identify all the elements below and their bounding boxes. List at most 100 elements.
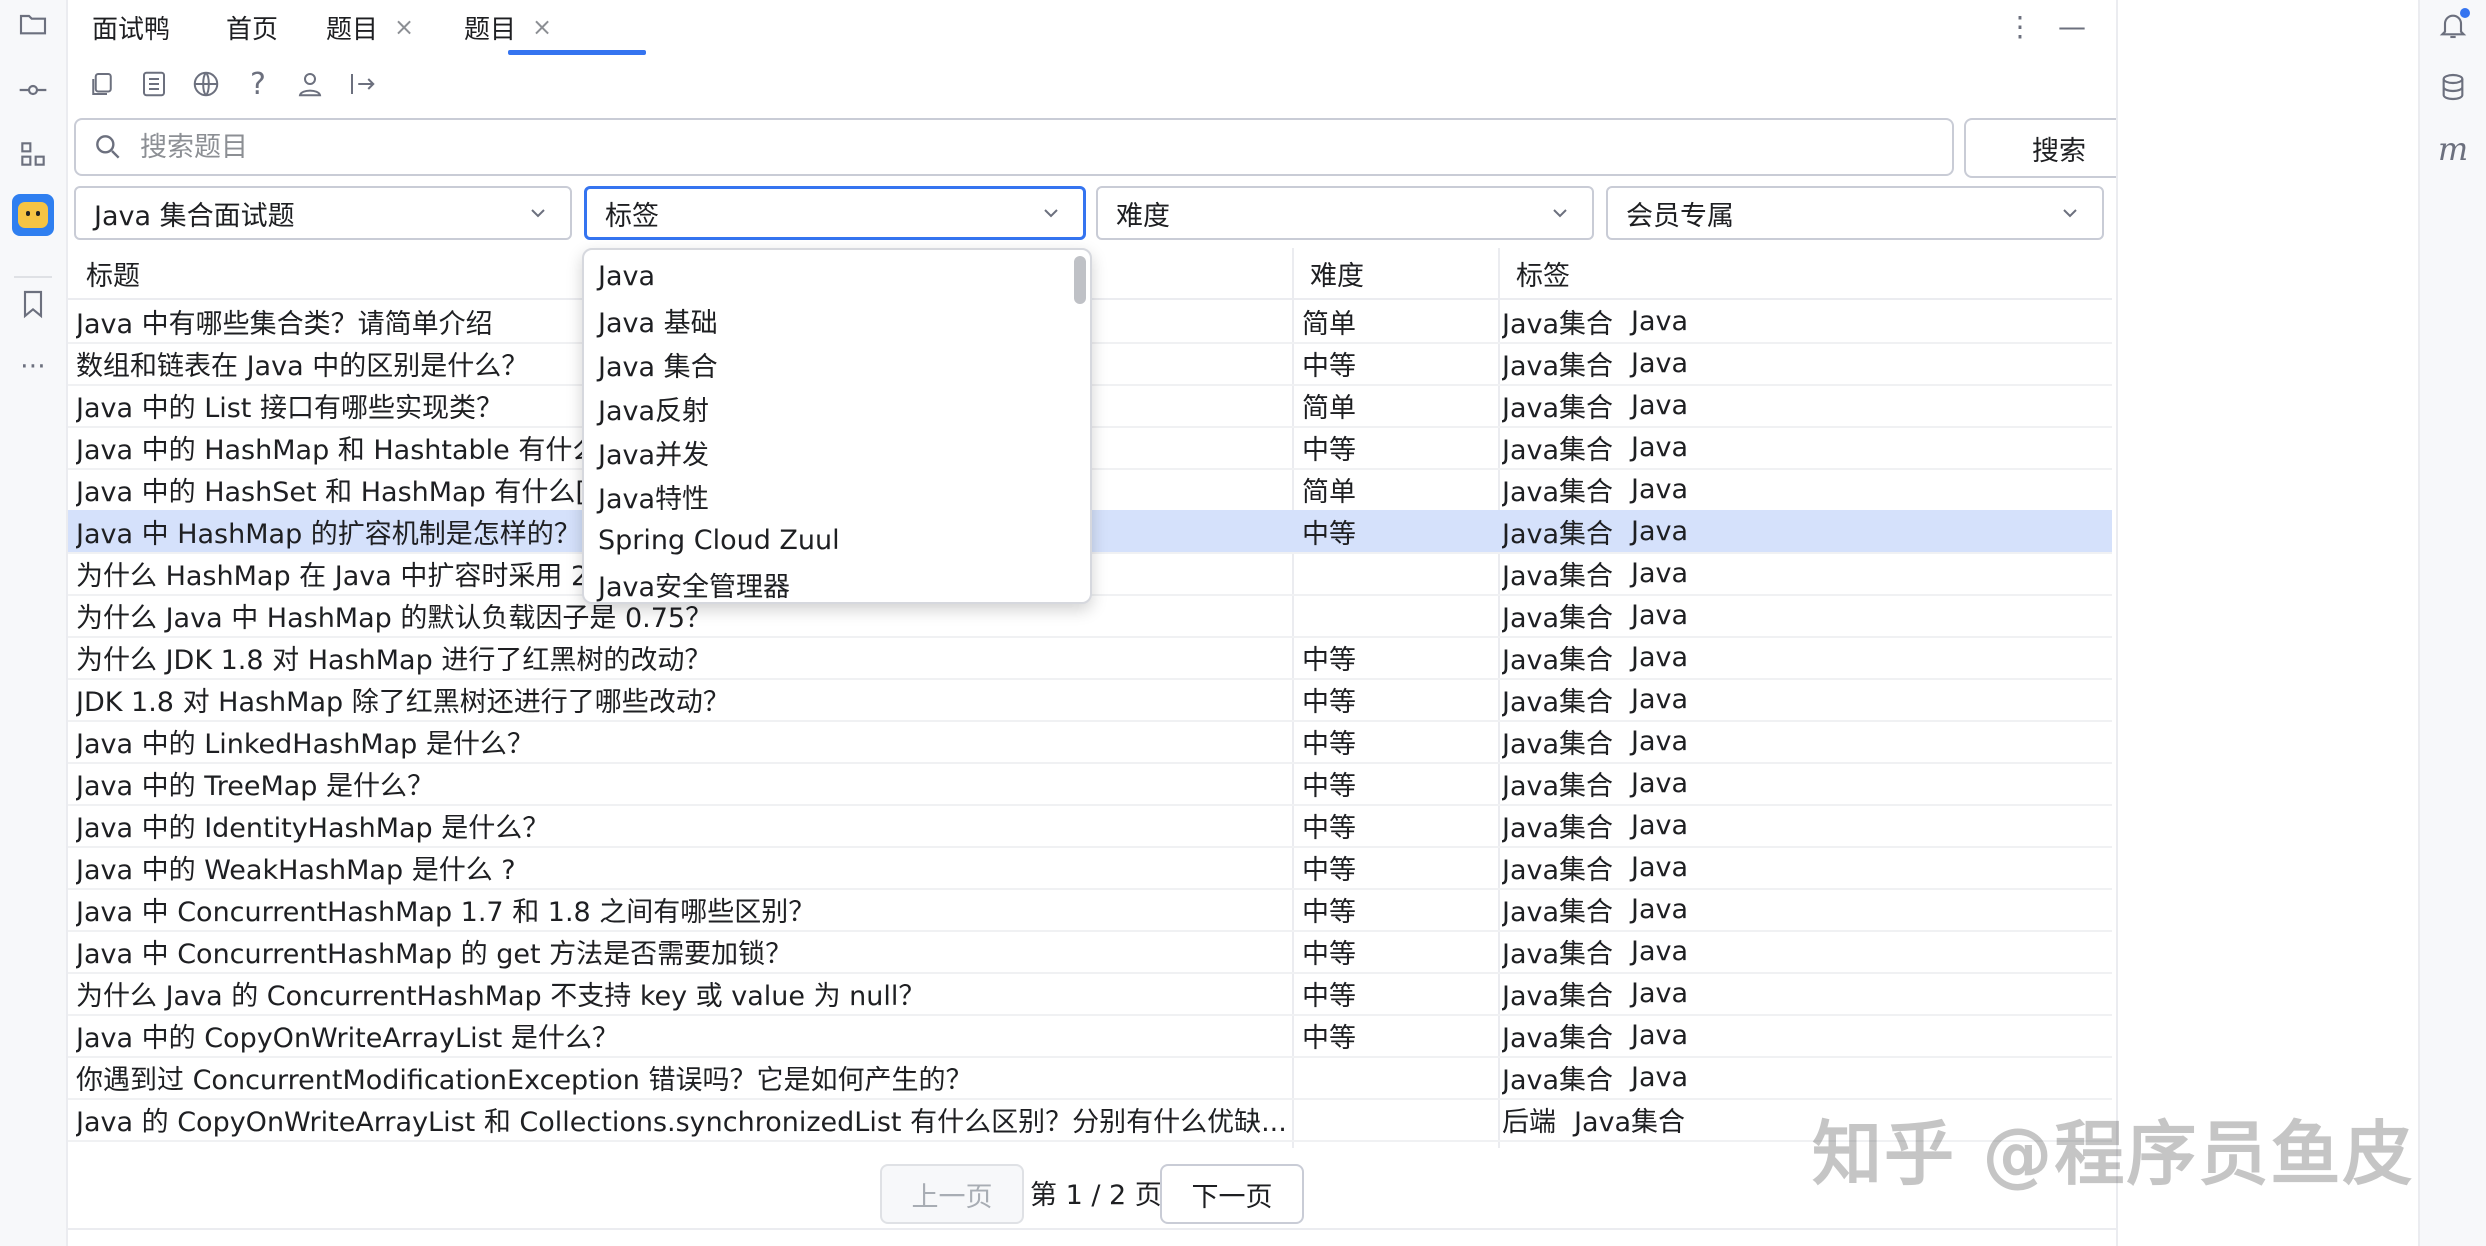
category-select-value: Java 集合面试题	[94, 200, 295, 232]
difficulty-select-value: 难度	[1116, 200, 1170, 232]
question-tags: Java集合 Java	[1502, 1056, 2102, 1098]
tag-label: Java集合	[1502, 980, 1614, 1012]
dropdown-option[interactable]: Java 集合	[598, 342, 718, 386]
question-title: Java 中 ConcurrentHashMap 1.7 和 1.8 之间有哪些…	[76, 896, 816, 928]
question-difficulty: 中等	[1302, 518, 1356, 550]
table-row[interactable]: Java 中的 WeakHashMap 是什么 ? 中等 Java集合 Java	[68, 846, 2112, 890]
logout-icon[interactable]	[344, 66, 380, 102]
help-icon[interactable]: ?	[240, 66, 276, 102]
table-row[interactable]: Java 中 ConcurrentHashMap 的 get 方法是否需要加锁？…	[68, 930, 2112, 974]
column-header-difficulty[interactable]: 难度	[1310, 248, 1364, 298]
tag-dropdown-list: Java Java 基础 Java 集合 Java反射 Java并发 Java特性 Spri…	[582, 248, 1092, 604]
question-tags: Java集合 Java	[1502, 384, 2102, 426]
pagination: 上一页 第 1 / 2 页 下一页	[0, 1164, 2116, 1224]
prev-page-button[interactable]: 上一页	[880, 1164, 1024, 1224]
membership-select-value: 会员专属	[1626, 200, 1734, 232]
tag-label: Java	[1631, 599, 1689, 631]
table-row[interactable]: JDK 1.8 对 HashMap 除了红黑树还进行了哪些改动？ 中等 Java集合…	[68, 678, 2112, 722]
tag-label: Java集合	[1502, 308, 1614, 340]
question-tags: Java集合 Java	[1502, 972, 2102, 1014]
tag-label: Java集合	[1502, 770, 1614, 802]
question-title: 为什么 JDK 1.8 对 HashMap 进行了红黑树的改动？	[76, 644, 712, 676]
list-icon[interactable]	[136, 66, 172, 102]
minimize-icon[interactable]: —	[2054, 8, 2090, 44]
tag-label: Java集合	[1502, 518, 1614, 550]
chevron-down-icon	[1044, 209, 1058, 218]
tag-label: Java	[1631, 557, 1689, 589]
table-row[interactable]: Java 中 ConcurrentHashMap 1.7 和 1.8 之间有哪些…	[68, 888, 2112, 932]
tag-label: Java	[1631, 473, 1689, 505]
tag-label: Java	[1631, 977, 1689, 1009]
tag-label: Java集合	[1502, 392, 1614, 424]
tab-home[interactable]: 首页	[226, 0, 278, 54]
left-tool-strip: ⋯	[0, 0, 68, 1246]
column-header-tags[interactable]: 标签	[1516, 248, 1570, 298]
table-row[interactable]: Java 中的 IdentityHashMap 是什么？ 中等 Java集合 Java	[68, 804, 2112, 848]
question-difficulty: 中等	[1302, 980, 1356, 1012]
question-difficulty: 中等	[1302, 854, 1356, 886]
tag-label: Java	[1631, 1019, 1689, 1051]
tag-label: Java	[1631, 515, 1689, 547]
chevron-down-icon	[1553, 209, 1567, 218]
question-tags: Java集合 Java	[1502, 762, 2102, 804]
tag-label: 后端	[1502, 1106, 1556, 1138]
question-title: Java 中 ConcurrentHashMap 的 get 方法是否需要加锁？	[76, 938, 793, 970]
notification-badge	[2460, 8, 2470, 18]
tab-mianshiya[interactable]: 面试鸭	[92, 0, 170, 54]
question-title: Java 中的 IdentityHashMap 是什么？	[76, 812, 550, 844]
dropdown-option[interactable]: Java反射	[598, 386, 709, 430]
close-icon[interactable]: ×	[532, 13, 552, 41]
question-tags: Java集合 Java	[1502, 846, 2102, 888]
commit-icon[interactable]	[15, 72, 51, 108]
membership-select[interactable]: 会员专属	[1606, 186, 2104, 240]
search-input[interactable]	[138, 130, 1922, 164]
dropdown-option[interactable]: Java 基础	[598, 298, 718, 342]
question-difficulty: 中等	[1302, 686, 1356, 718]
tag-select[interactable]: 标签	[584, 186, 1086, 240]
close-icon[interactable]: ×	[394, 13, 414, 41]
question-tags: Java集合 Java	[1502, 930, 2102, 972]
question-difficulty: 简单	[1302, 476, 1356, 508]
category-select[interactable]: Java 集合面试题	[74, 186, 572, 240]
notification-icon[interactable]	[2434, 6, 2472, 44]
bookmark-icon[interactable]	[15, 286, 51, 322]
tab-questions-1[interactable]: 题目 ×	[326, 0, 414, 54]
options-menu-icon[interactable]: ⋮	[2002, 8, 2038, 44]
difficulty-select[interactable]: 难度	[1096, 186, 1594, 240]
dropdown-option[interactable]: Spring Cloud Zuul	[598, 518, 840, 562]
database-icon[interactable]	[2434, 68, 2472, 106]
tag-label: Java集合	[1502, 728, 1614, 760]
user-icon[interactable]	[292, 66, 328, 102]
next-page-button[interactable]: 下一页	[1160, 1164, 1304, 1224]
tab-label: 题目	[326, 14, 379, 45]
table-row[interactable]: 为什么 Java 中 HashMap 的默认负载因子是 0.75？ Java集合 J…	[68, 594, 2112, 638]
dropdown-option[interactable]: Java安全管理器	[598, 562, 790, 603]
table-row[interactable]: 为什么 JDK 1.8 对 HashMap 进行了红黑树的改动？ 中等 Java集合…	[68, 636, 2112, 680]
table-row[interactable]: Java 中的 CopyOnWriteArrayList 是什么？ 中等 Java集…	[68, 1014, 2112, 1058]
folder-icon[interactable]	[15, 6, 51, 42]
question-tags: Java集合 Java	[1502, 468, 2102, 510]
dropdown-option[interactable]: Java特性	[598, 474, 709, 518]
dropdown-option[interactable]: Java并发	[598, 430, 709, 474]
duck-app-icon[interactable]	[12, 194, 54, 236]
tag-label: Java	[1631, 389, 1689, 421]
dropdown-scrollbar[interactable]	[1074, 256, 1086, 304]
table-row[interactable]: Java 中的 LinkedHashMap 是什么？ 中等 Java集合 Java	[68, 720, 2112, 764]
table-row[interactable]: Java 的 CopyOnWriteArrayList 和 Collection…	[68, 1098, 2112, 1142]
globe-icon[interactable]	[188, 66, 224, 102]
question-tags: Java集合 Java	[1502, 426, 2102, 468]
table-row[interactable]: 你遇到过 ConcurrentModificationException 错误吗…	[68, 1056, 2112, 1100]
table-row[interactable]: Java 中的 TreeMap 是什么？ 中等 Java集合 Java	[68, 762, 2112, 806]
tab-questions-2[interactable]: 题目 ×	[464, 0, 552, 54]
structure-icon[interactable]	[15, 136, 51, 172]
question-difficulty: 简单	[1302, 392, 1356, 424]
dropdown-option[interactable]: Java	[598, 254, 655, 298]
column-header-title[interactable]: 标题	[86, 248, 140, 298]
question-difficulty	[1302, 552, 1492, 594]
question-tags: Java集合 Java	[1502, 594, 2102, 636]
m-plugin-icon[interactable]: m	[2434, 130, 2472, 168]
question-difficulty: 中等	[1302, 812, 1356, 844]
table-row[interactable]: 为什么 Java 的 ConcurrentHashMap 不支持 key 或 v…	[68, 972, 2112, 1016]
copy-icon[interactable]	[84, 66, 120, 102]
more-icon[interactable]: ⋯	[15, 348, 51, 384]
